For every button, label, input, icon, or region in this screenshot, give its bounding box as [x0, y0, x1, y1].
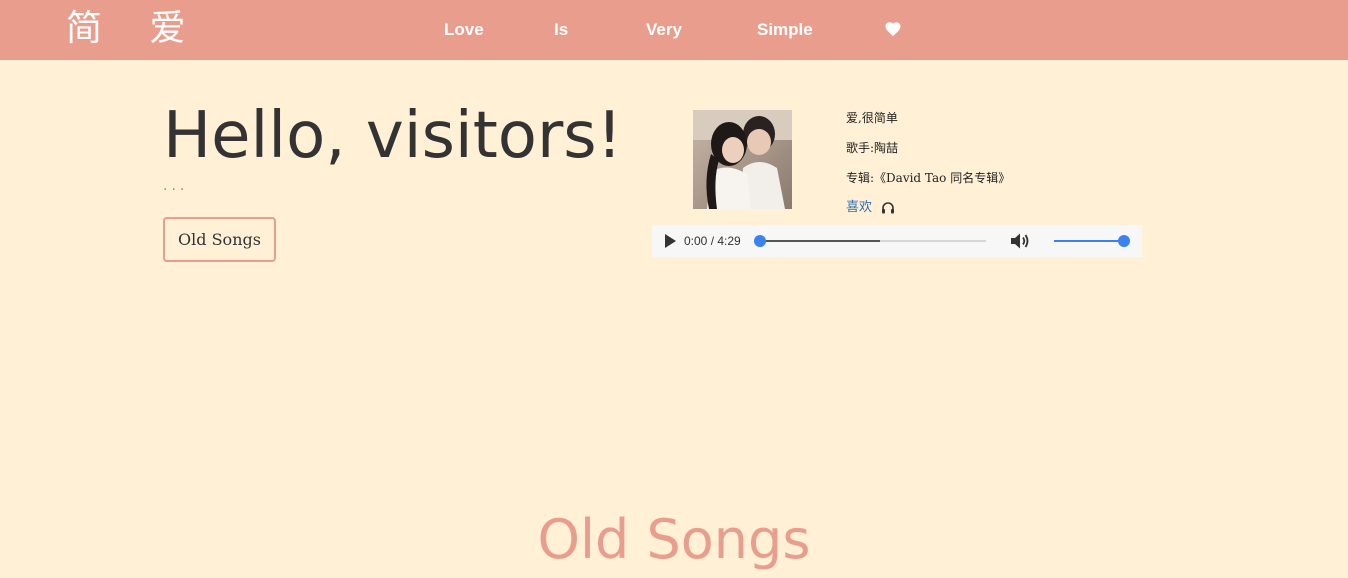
song-singer: 歌手:陶喆: [846, 141, 899, 155]
nav-link-is[interactable]: Is: [554, 18, 568, 42]
volume-icon[interactable]: [1010, 232, 1030, 250]
volume-thumb[interactable]: [1118, 235, 1130, 247]
audio-player: 0:00 / 4:29: [652, 225, 1142, 257]
section-title-old-songs: Old Songs: [537, 508, 811, 571]
progress-thumb[interactable]: [754, 235, 766, 247]
top-navbar: 简 爱 Love Is Very Simple: [0, 0, 1348, 60]
heart-icon[interactable]: [884, 20, 902, 38]
old-songs-button[interactable]: Old Songs: [163, 217, 276, 262]
site-brand[interactable]: 简 爱: [66, 6, 203, 52]
hero-ellipsis: ...: [163, 178, 189, 194]
progress-slider[interactable]: [760, 240, 986, 242]
like-link[interactable]: 喜欢: [846, 199, 872, 217]
volume-slider[interactable]: [1054, 240, 1124, 242]
play-icon[interactable]: [662, 233, 678, 249]
nav-link-very[interactable]: Very: [646, 18, 682, 42]
nav-link-love[interactable]: Love: [444, 18, 484, 42]
headphones-icon[interactable]: [881, 201, 895, 214]
song-title: 爱,很简单: [846, 111, 898, 125]
playback-time: 0:00 / 4:29: [684, 234, 741, 248]
song-album: 专辑:《David Tao 同名专辑》: [846, 171, 1011, 185]
hero-greeting: Hello, visitors!: [163, 99, 623, 173]
album-cover-image: [693, 110, 792, 209]
progress-buffered: [760, 240, 880, 242]
nav-link-simple[interactable]: Simple: [757, 18, 813, 42]
